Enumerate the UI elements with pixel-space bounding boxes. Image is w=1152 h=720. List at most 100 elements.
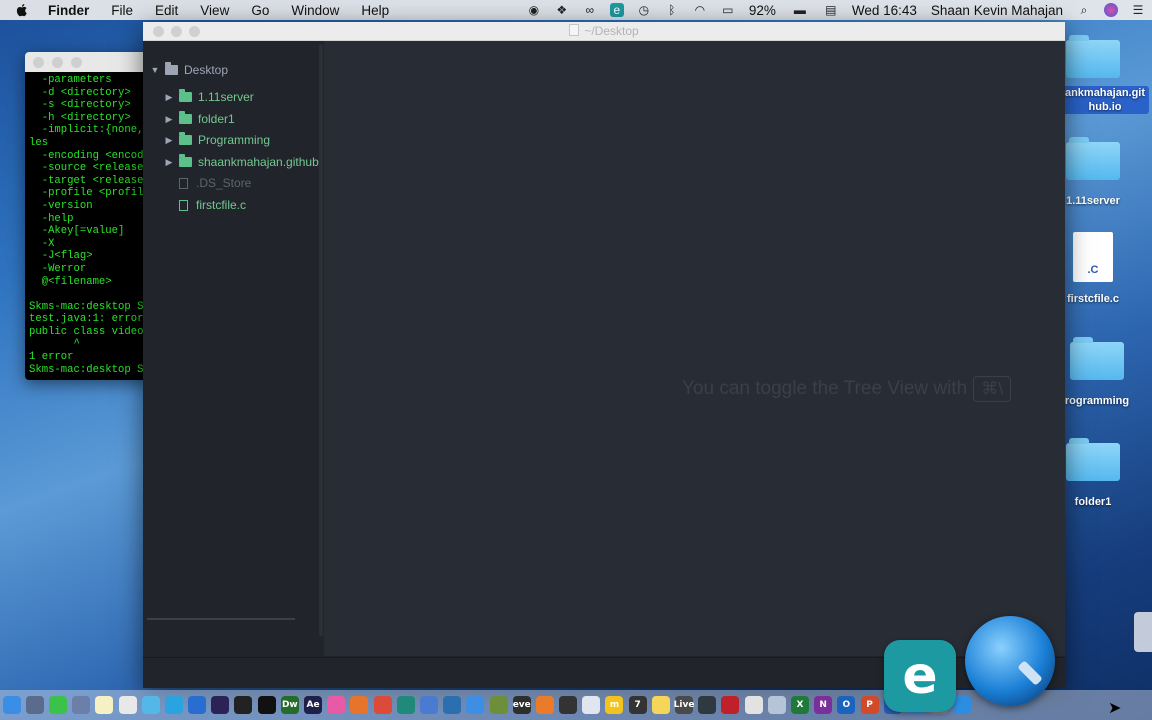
- mission-control-icon[interactable]: [72, 696, 91, 714]
- notification-center-icon[interactable]: ☰: [1130, 3, 1146, 17]
- desktop-icon-github-folder[interactable]: ankmahajan.git hub.io: [1053, 35, 1149, 114]
- menu-view[interactable]: View: [200, 3, 229, 18]
- menu-app-name[interactable]: Finder: [48, 3, 89, 18]
- trash-icon[interactable]: [1134, 612, 1152, 652]
- tree-item-111server[interactable]: ▶ 1.11server: [163, 87, 254, 107]
- quicktime-dock-icon[interactable]: [965, 616, 1055, 706]
- preview-icon[interactable]: [582, 696, 601, 714]
- notes-yellow-icon[interactable]: [651, 696, 670, 714]
- desktop-icon-label: folder1: [1074, 496, 1112, 508]
- desktop-icon-programming[interactable]: rogramming: [1057, 337, 1137, 408]
- terminal-output[interactable]: -parameters -d <directory> -s <directory…: [25, 72, 155, 376]
- eset-dock-icon[interactable]: e: [884, 640, 956, 712]
- apple-menu-icon[interactable]: [14, 2, 30, 18]
- after-effects-icon[interactable]: Ae: [304, 696, 323, 714]
- dropbox-icon[interactable]: ❖: [554, 3, 570, 17]
- time-machine-icon[interactable]: ◷: [636, 3, 652, 17]
- photos-icon[interactable]: [118, 696, 137, 714]
- minimize-icon[interactable]: [52, 56, 63, 68]
- chevron-right-icon[interactable]: ▶: [163, 92, 175, 103]
- terminal-2-icon[interactable]: [257, 696, 276, 714]
- powerpoint-icon[interactable]: P: [860, 696, 879, 714]
- menubar-clock[interactable]: Wed 16:43: [852, 3, 917, 18]
- menu-file[interactable]: File: [111, 3, 133, 18]
- menu-help[interactable]: Help: [361, 3, 389, 18]
- tree-view-hint: You can toggle the Tree View with ⌘\: [682, 376, 1011, 402]
- onenote-icon[interactable]: N: [814, 696, 833, 714]
- itunes-icon[interactable]: [327, 696, 346, 714]
- chevron-right-icon[interactable]: ▶: [163, 135, 175, 146]
- zoom-icon[interactable]: [71, 56, 82, 68]
- utility-icon[interactable]: [396, 696, 415, 714]
- tree-item-ds-store[interactable]: .DS_Store: [175, 173, 251, 193]
- ableton-live-icon[interactable]: Live: [674, 696, 694, 714]
- input-source-icon[interactable]: ▤: [823, 3, 839, 17]
- atom-window[interactable]: ~/Desktop ▼ Desktop ▶ 1.11server ▶ folde…: [143, 22, 1065, 688]
- battery-icon[interactable]: ▬: [789, 3, 811, 17]
- airplay-icon[interactable]: ▭: [720, 3, 736, 17]
- dreamweaver-icon[interactable]: Dw: [280, 696, 299, 714]
- wifi-icon[interactable]: ◠: [692, 3, 708, 17]
- tree-item-programming[interactable]: ▶ Programming: [163, 130, 270, 150]
- tree-item-folder1[interactable]: ▶ folder1: [163, 109, 235, 129]
- chrome-icon[interactable]: [373, 696, 392, 714]
- app-dark-icon[interactable]: [698, 696, 717, 714]
- atom-titlebar[interactable]: ~/Desktop: [143, 22, 1065, 41]
- record-icon[interactable]: ◉: [526, 3, 542, 17]
- visual-studio-icon[interactable]: [188, 696, 207, 714]
- chevron-down-icon[interactable]: ▼: [149, 65, 161, 75]
- chat-icon[interactable]: [419, 696, 438, 714]
- messages-icon[interactable]: [48, 696, 67, 714]
- bluetooth-icon[interactable]: ᛒ: [664, 3, 680, 17]
- tree-horizontal-scrollbar[interactable]: [147, 618, 295, 620]
- blender-icon[interactable]: [535, 696, 554, 714]
- eset-icon[interactable]: e: [609, 3, 624, 17]
- terminal-icon[interactable]: [234, 696, 253, 714]
- siri-icon[interactable]: [1104, 3, 1118, 17]
- app-7-icon[interactable]: 7: [628, 696, 647, 714]
- radio-icon[interactable]: [721, 696, 740, 714]
- tree-item-github-io[interactable]: ▶ shaankmahajan.github.: [163, 152, 322, 172]
- outlook-icon[interactable]: O: [837, 696, 856, 714]
- minecraft-icon[interactable]: [489, 696, 508, 714]
- maps-icon[interactable]: [141, 696, 160, 714]
- menu-go[interactable]: Go: [251, 3, 269, 18]
- sketch-icon[interactable]: [767, 696, 786, 714]
- app-m-icon[interactable]: m: [605, 696, 624, 714]
- menu-edit[interactable]: Edit: [155, 3, 178, 18]
- menu-window[interactable]: Window: [291, 3, 339, 18]
- launchpad-icon[interactable]: [25, 696, 44, 714]
- terminal-window[interactable]: -parameters -d <directory> -s <directory…: [25, 52, 155, 380]
- firefox-icon[interactable]: [350, 696, 369, 714]
- desktop-icon-label: firstcfile.c: [1067, 293, 1119, 305]
- chevron-right-icon[interactable]: ▶: [163, 157, 175, 168]
- excel-icon[interactable]: X: [790, 696, 809, 714]
- creative-cloud-icon[interactable]: ∞: [582, 3, 598, 17]
- eclipse-icon[interactable]: [211, 696, 230, 714]
- tree-view[interactable]: ▼ Desktop ▶ 1.11server ▶ folder1 ▶ Progr…: [143, 41, 322, 656]
- safari-icon[interactable]: [164, 696, 183, 714]
- tree-item-label: folder1: [198, 112, 235, 126]
- close-icon[interactable]: [33, 56, 44, 68]
- evernote-icon[interactable]: eve: [513, 696, 531, 714]
- image-icon[interactable]: [744, 696, 763, 714]
- spotlight-icon[interactable]: ⌕: [1076, 3, 1092, 17]
- tree-item-firstcfile[interactable]: firstcfile.c: [175, 195, 246, 215]
- notes-icon[interactable]: [95, 696, 114, 714]
- dropbox-icon[interactable]: [953, 696, 972, 714]
- desktop-icon-111server[interactable]: 1.11server: [1053, 137, 1133, 208]
- finder-icon[interactable]: [2, 696, 21, 714]
- xcode-icon[interactable]: [466, 696, 485, 714]
- tree-root-label: Desktop: [184, 63, 229, 77]
- chevron-right-icon[interactable]: ▶: [163, 114, 175, 125]
- desktop-icon-folder1[interactable]: folder1: [1053, 438, 1133, 509]
- app-icon[interactable]: [559, 696, 578, 714]
- network-icon[interactable]: [443, 696, 462, 714]
- tree-root[interactable]: ▼ Desktop: [149, 60, 228, 80]
- tree-view-resize-handle[interactable]: [319, 44, 323, 636]
- terminal-titlebar[interactable]: [25, 52, 155, 72]
- editor-pane[interactable]: You can toggle the Tree View with ⌘\: [324, 41, 1065, 656]
- menubar-user[interactable]: Shaan Kevin Mahajan: [931, 3, 1063, 18]
- desktop-icon-label: rogramming: [1064, 395, 1130, 407]
- desktop-icon-firstcfile[interactable]: .C firstcfile.c: [1053, 232, 1133, 306]
